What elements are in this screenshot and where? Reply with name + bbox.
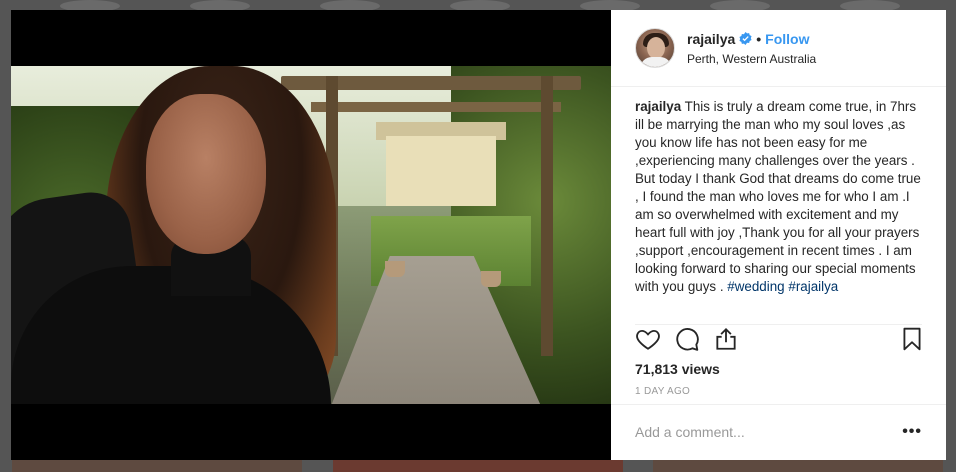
username-link[interactable]: rajailya	[687, 31, 735, 47]
caption-username-link[interactable]: rajailya	[635, 99, 681, 114]
actions-divider	[635, 324, 922, 325]
post-header: rajailya • Follow Perth, Western Austral…	[611, 10, 946, 87]
background-grid-tile	[12, 460, 302, 472]
background-grid-tile	[653, 460, 943, 472]
video-house	[386, 136, 496, 206]
share-icon[interactable]	[713, 326, 739, 352]
header-top-row: rajailya • Follow	[687, 31, 816, 47]
video-person	[11, 66, 341, 404]
comment-bar: Add a comment... •••	[611, 404, 946, 460]
avatar-face	[647, 37, 665, 59]
post-details-panel: rajailya • Follow Perth, Western Austral…	[611, 10, 946, 460]
background-grid-tile	[333, 460, 623, 472]
post-modal: rajailya • Follow Perth, Western Austral…	[11, 10, 946, 460]
video-pergola	[311, 102, 561, 112]
hashtag-link[interactable]: #rajailya	[788, 279, 838, 294]
video-plant-pot	[385, 261, 405, 277]
view-count[interactable]: 71,813 views	[635, 361, 720, 377]
comment-bubble-icon[interactable]	[674, 326, 700, 352]
heart-icon[interactable]	[635, 326, 661, 352]
header-text: rajailya • Follow Perth, Western Austral…	[687, 31, 816, 66]
hashtag-link[interactable]: #wedding	[727, 279, 784, 294]
caption-text: This is truly a dream come true, in 7hrs…	[635, 99, 921, 294]
comment-input[interactable]: Add a comment...	[635, 424, 745, 440]
avatar[interactable]	[635, 28, 675, 68]
more-options-icon[interactable]: •••	[902, 423, 922, 441]
post-video[interactable]	[11, 10, 611, 460]
video-pergola-post	[541, 76, 553, 356]
person-face	[146, 94, 266, 254]
post-timestamp: 1 DAY AGO	[635, 386, 691, 397]
avatar-body	[640, 57, 672, 67]
action-bar	[635, 326, 923, 356]
video-plant-pot	[481, 271, 501, 287]
video-frame[interactable]	[11, 66, 611, 404]
bookmark-icon[interactable]	[899, 326, 925, 352]
post-caption: rajailya This is truly a dream come true…	[635, 98, 927, 296]
follow-button[interactable]: Follow	[765, 31, 809, 47]
verified-badge-icon	[739, 32, 752, 45]
location-link[interactable]: Perth, Western Australia	[687, 52, 816, 66]
header-dot-separator: •	[756, 30, 762, 47]
